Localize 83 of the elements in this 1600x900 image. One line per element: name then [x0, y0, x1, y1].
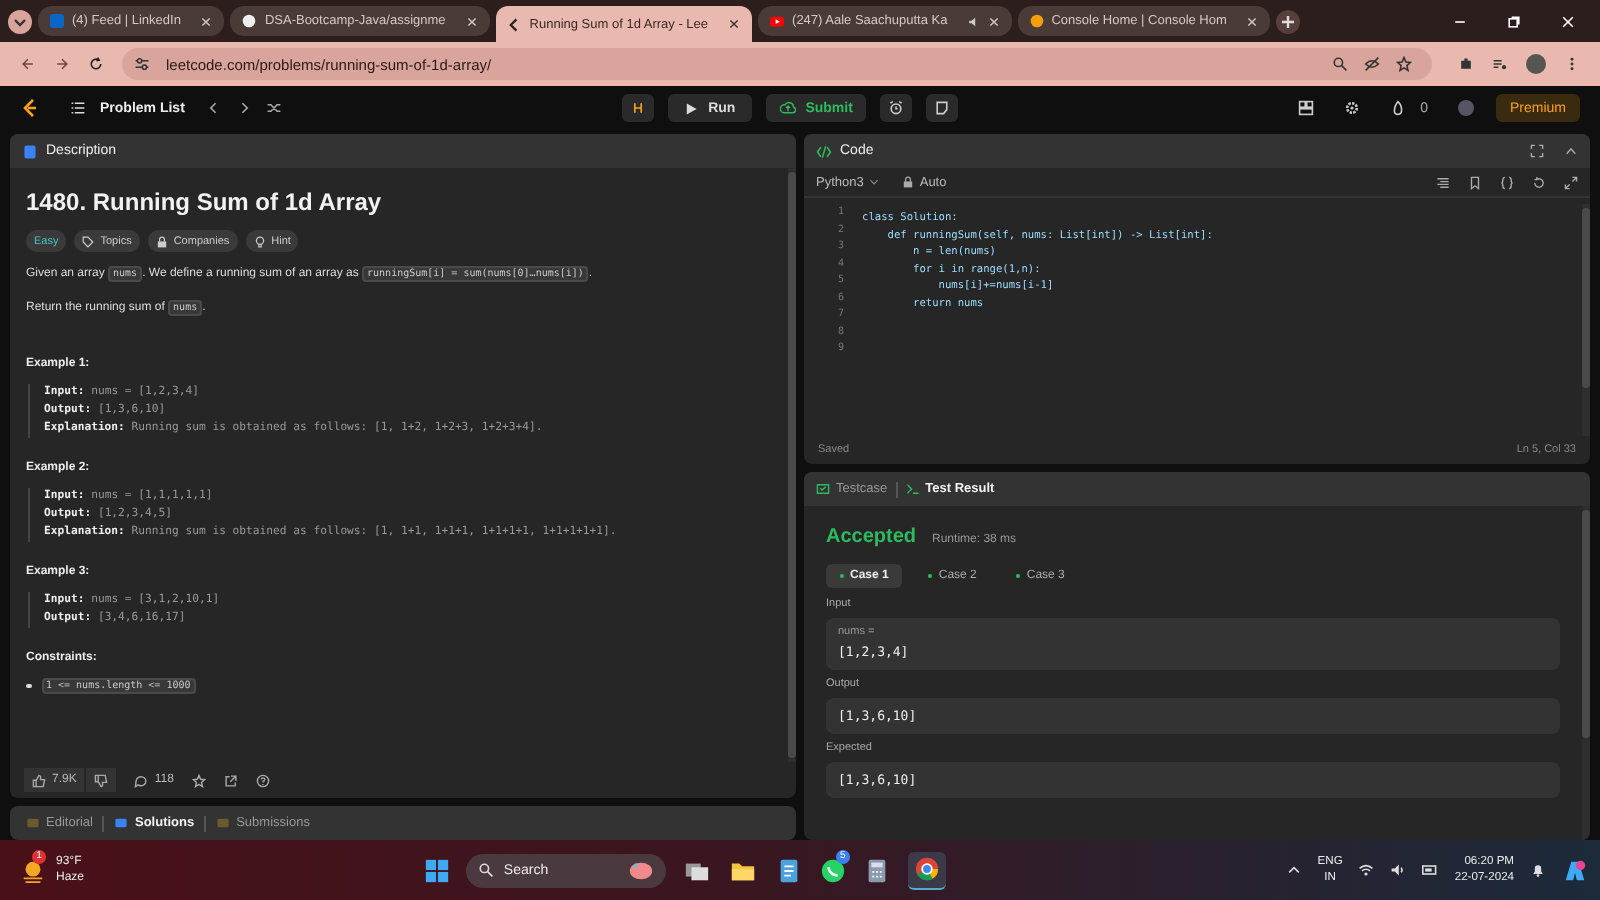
new-tab-button[interactable]: [1276, 9, 1301, 33]
media-control-icon[interactable]: [1492, 56, 1508, 72]
tab-search-button[interactable]: [8, 9, 32, 33]
verdict-text: Accepted: [826, 526, 917, 548]
star-icon[interactable]: [191, 773, 206, 787]
zoom-icon[interactable]: [1332, 56, 1348, 72]
alarm-button[interactable]: [880, 94, 913, 122]
comment-icon: [134, 773, 149, 787]
search-icon: [477, 862, 494, 878]
site-favicon-icon: [770, 14, 785, 28]
layout-icon[interactable]: [1298, 100, 1315, 116]
close-icon[interactable]: [728, 18, 741, 30]
tab-icon: [216, 816, 231, 830]
settings-icon[interactable]: [1344, 100, 1361, 116]
reset-icon[interactable]: [1532, 175, 1546, 189]
thumbs-up-icon: [32, 773, 46, 787]
browser-taskbar-button[interactable]: [907, 851, 946, 889]
eye-slash-icon[interactable]: [1364, 56, 1380, 72]
speaker-icon[interactable]: [1390, 862, 1407, 878]
format-icon[interactable]: [1436, 175, 1450, 189]
document-icon: [22, 143, 38, 159]
site-settings-icon[interactable]: [134, 56, 150, 72]
debug-icon: [630, 100, 647, 116]
braces-icon[interactable]: [1500, 175, 1514, 189]
thumbs-down-icon: [94, 773, 109, 787]
scrollbar[interactable]: [1582, 506, 1590, 840]
tag-icon: [82, 235, 95, 247]
puzzle-icon[interactable]: [1458, 56, 1474, 72]
checkbox-icon: [816, 482, 830, 496]
tab-icon: [114, 816, 129, 830]
back-icon[interactable]: [20, 56, 36, 72]
lock-icon: [901, 176, 914, 188]
list-icon: [70, 100, 86, 116]
debug-button[interactable]: [622, 94, 655, 122]
star-icon[interactable]: [1396, 56, 1412, 72]
code-icon: [816, 143, 832, 159]
browser-icon: [913, 856, 940, 882]
bracket-logo-icon: [507, 17, 522, 31]
site-favicon-icon: [1029, 14, 1044, 28]
terminal-icon: [905, 482, 920, 496]
expand-icon[interactable]: [1530, 144, 1544, 158]
note-button[interactable]: [926, 94, 959, 122]
chevron-up-icon[interactable]: [1285, 862, 1302, 878]
lightbulb-icon: [253, 235, 266, 247]
forward-icon[interactable]: [54, 56, 70, 72]
calculator-icon[interactable]: [863, 857, 890, 883]
cloud-upload-icon: [779, 100, 796, 116]
play-icon: [684, 101, 699, 115]
sun-haze-icon[interactable]: [20, 857, 46, 883]
caret-icon: [867, 176, 880, 188]
lock-icon: [155, 235, 168, 247]
tab-icon: [26, 816, 40, 830]
speaker-icon[interactable]: [967, 15, 980, 27]
wifi-icon[interactable]: [1358, 862, 1375, 878]
dislike-button[interactable]: [86, 768, 117, 792]
alarm-clock-icon: [888, 100, 905, 116]
logo-icon[interactable]: [20, 98, 40, 118]
site-favicon-icon: [242, 14, 257, 28]
site-favicon-icon: [50, 14, 64, 28]
collapse-icon[interactable]: [1564, 144, 1578, 158]
scrollbar[interactable]: [788, 168, 796, 762]
plus-icon: [1280, 13, 1297, 29]
caret-icon: [12, 13, 28, 29]
bell-icon[interactable]: [1530, 862, 1547, 878]
battery-icon[interactable]: [1422, 862, 1439, 878]
windows-start-icon[interactable]: [423, 857, 450, 883]
share-icon[interactable]: [223, 773, 238, 787]
restore-icon[interactable]: [1506, 13, 1522, 29]
chat-app-icon[interactable]: [819, 857, 846, 883]
bullet-dot: [26, 683, 31, 689]
help-icon[interactable]: [255, 773, 270, 787]
fullscreen-icon[interactable]: [1564, 175, 1578, 189]
problem-title: 1480. Running Sum of 1d Array: [26, 188, 384, 216]
flame-icon[interactable]: [1390, 100, 1407, 116]
user-avatar[interactable]: [1458, 100, 1474, 116]
shuffle-icon[interactable]: [266, 100, 283, 116]
note-icon: [934, 100, 951, 116]
notepad-icon[interactable]: [775, 857, 802, 883]
scrollbar[interactable]: [1582, 204, 1590, 436]
bookmark-icon[interactable]: [1468, 175, 1482, 189]
chevron-right-icon[interactable]: [236, 100, 253, 116]
profile-avatar[interactable]: [1526, 54, 1546, 74]
reload-icon[interactable]: [88, 56, 104, 72]
